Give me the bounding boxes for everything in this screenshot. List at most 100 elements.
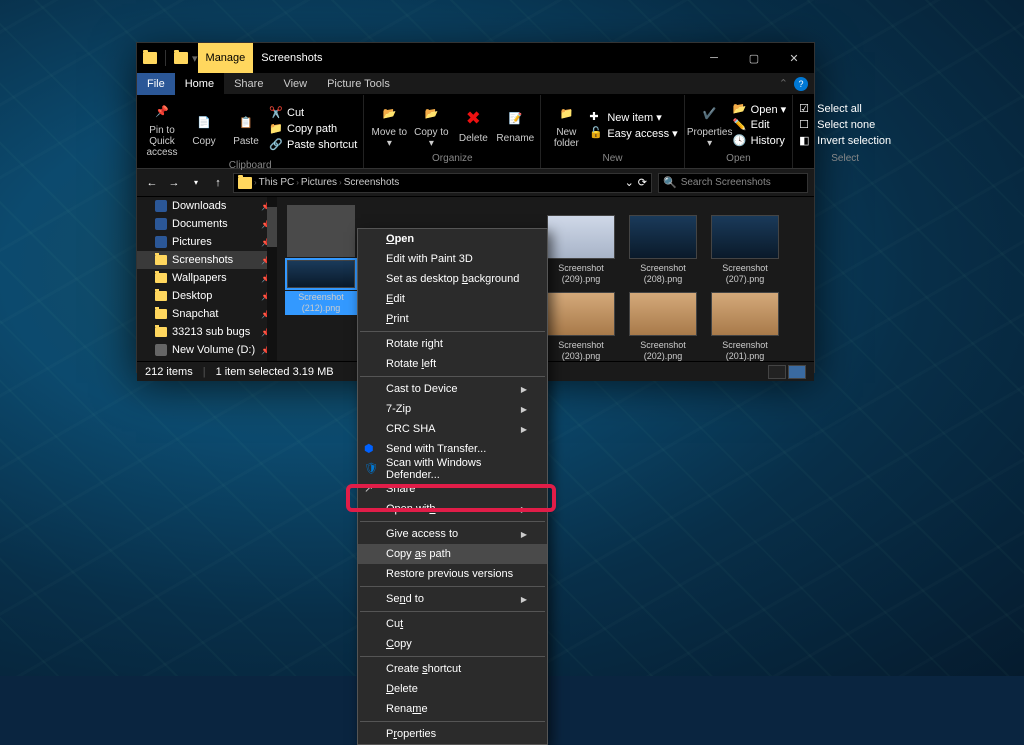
sidebar-item[interactable]: Wallpapers📌 (137, 269, 277, 287)
paste-shortcut-button[interactable]: 🔗Paste shortcut (269, 138, 357, 152)
context-menu-item[interactable]: Cast to Device▶ (358, 379, 547, 399)
menu-file[interactable]: File (137, 73, 175, 95)
properties-button[interactable]: ✔️Properties ▾ (691, 99, 729, 151)
context-menu-item[interactable]: Edit with Paint 3D (358, 249, 547, 269)
addr-dropdown[interactable]: ⌄ (625, 176, 634, 189)
collapse-ribbon-icon[interactable]: ⌃ (779, 77, 788, 90)
context-menu-item[interactable]: Properties (358, 724, 547, 744)
context-menu-item[interactable]: Copy as path (358, 544, 547, 564)
rename-button[interactable]: 📝Rename (496, 99, 534, 151)
moveto-icon: 📂 (377, 101, 401, 125)
context-menu-item[interactable]: Cut (358, 614, 547, 634)
sidebar-item[interactable]: Desktop📌 (137, 287, 277, 305)
delete-icon: ✖ (461, 107, 485, 131)
newfolder-icon: 📁 (554, 101, 578, 125)
file-item[interactable]: Screenshot (209).png (545, 215, 617, 286)
scrollbar[interactable] (267, 197, 277, 361)
context-menu-item-label: Scan with Windows Defender... (386, 457, 527, 481)
file-item[interactable]: Screenshot (203).png (545, 292, 617, 363)
menu-picture-tools[interactable]: Picture Tools (317, 73, 400, 95)
back-button[interactable]: ← (143, 174, 161, 192)
copy-path-button[interactable]: 📁Copy path (269, 122, 357, 136)
breadcrumb-seg[interactable]: This PC (259, 177, 295, 188)
maximize-button[interactable]: ▢ (734, 43, 774, 73)
select-all-button[interactable]: ☑Select all (799, 102, 891, 116)
copy-to-button[interactable]: 📂Copy to ▾ (412, 99, 450, 151)
easy-access-button[interactable]: 🔓Easy access ▾ (589, 126, 677, 140)
ribbon-group-label: Clipboard (143, 160, 357, 171)
file-item[interactable]: Screenshot (202).png (627, 292, 699, 363)
close-button[interactable]: ✕ (774, 43, 814, 73)
pin-quick-access-button[interactable]: 📌Pin to Quick access (143, 99, 181, 158)
sidebar-item[interactable]: 33213 sub bugs📌 (137, 323, 277, 341)
search-input[interactable]: 🔍 Search Screenshots (658, 173, 808, 193)
help-icon[interactable]: ? (794, 77, 808, 91)
context-menu-item[interactable]: Open (358, 229, 547, 249)
context-menu-item[interactable]: Rotate right (358, 334, 547, 354)
view-icons-button[interactable] (788, 365, 806, 379)
scrollbar-thumb[interactable] (267, 207, 277, 247)
context-menu-item[interactable]: Delete (358, 679, 547, 699)
context-menu-item[interactable]: ↗Share (358, 479, 547, 499)
view-details-button[interactable] (768, 365, 786, 379)
file-item[interactable]: Screenshot (207).png (709, 215, 781, 286)
context-menu-item[interactable]: CRC SHA▶ (358, 419, 547, 439)
delete-button[interactable]: ✖Delete (454, 99, 492, 151)
manage-tab[interactable]: Manage (198, 43, 254, 73)
file-item[interactable]: Screenshot (201).png (709, 292, 781, 363)
context-menu-item[interactable]: Set as desktop background (358, 269, 547, 289)
context-menu-item[interactable]: Copy (358, 634, 547, 654)
refresh-icon[interactable]: ⟳ (638, 176, 647, 189)
sidebar-item[interactable]: Snapchat📌 (137, 305, 277, 323)
context-menu-item[interactable]: Create shortcut (358, 659, 547, 679)
move-to-button[interactable]: 📂Move to ▾ (370, 99, 408, 151)
new-folder-button[interactable]: 📁New folder (547, 99, 585, 151)
recent-dropdown[interactable]: ▾ (187, 174, 205, 192)
context-menu-item[interactable]: Rename (358, 699, 547, 719)
context-menu-item-label: Share (386, 483, 415, 495)
menu-share[interactable]: Share (224, 73, 273, 95)
context-menu-item-label: Edit (386, 293, 405, 305)
select-none-button[interactable]: ☐Select none (799, 118, 891, 132)
context-menu-item[interactable]: Print (358, 309, 547, 329)
context-menu-item[interactable]: Restore previous versions (358, 564, 547, 584)
minimize-button[interactable]: ─ (694, 43, 734, 73)
sidebar-item[interactable]: Screenshots📌 (137, 251, 277, 269)
context-menu-item[interactable]: Edit (358, 289, 547, 309)
context-menu-item[interactable]: ⬢Send with Transfer... (358, 439, 547, 459)
new-item-button[interactable]: ✚New item ▾ (589, 110, 677, 124)
file-item[interactable]: Screenshot (212).png (285, 205, 357, 315)
copyto-icon: 📂 (419, 101, 443, 125)
up-button[interactable]: ↑ (209, 174, 227, 192)
open-button[interactable]: 📂Open ▾ (733, 102, 787, 116)
copy-button[interactable]: 📄Copy (185, 99, 223, 158)
menu-view[interactable]: View (273, 73, 317, 95)
edit-button[interactable]: ✏️Edit (733, 118, 787, 132)
breadcrumb-seg[interactable]: Pictures (301, 177, 337, 188)
paste-button[interactable]: 📋Paste (227, 99, 265, 158)
file-name: Screenshot (209).png (545, 262, 617, 286)
sidebar-item[interactable]: Pictures📌 (137, 233, 277, 251)
context-menu-item-label: Give access to (386, 528, 458, 540)
forward-button[interactable]: → (165, 174, 183, 192)
sidebar-item[interactable]: Documents📌 (137, 215, 277, 233)
invert-selection-button[interactable]: ◧Invert selection (799, 134, 891, 148)
context-menu-item[interactable]: Rotate left (358, 354, 547, 374)
context-menu-item[interactable]: Send to▶ (358, 589, 547, 609)
sidebar-item[interactable]: Downloads📌 (137, 197, 277, 215)
file-thumbnail (711, 215, 779, 259)
context-menu-item-label: Edit with Paint 3D (386, 253, 473, 265)
history-button[interactable]: 🕓History (733, 134, 787, 148)
menu-home[interactable]: Home (175, 73, 224, 95)
breadcrumb-seg[interactable]: Screenshots (344, 177, 400, 188)
address-path[interactable]: › This PC › Pictures › Screenshots ⌄⟳ (233, 173, 652, 193)
sidebar-item[interactable]: Screenshots📌 (137, 359, 277, 361)
sidebar-item[interactable]: New Volume (D:)📌 (137, 341, 277, 359)
context-menu-item[interactable]: Open with▶ (358, 499, 547, 519)
context-menu-item[interactable]: 7-Zip▶ (358, 399, 547, 419)
context-menu-item[interactable]: Give access to▶ (358, 524, 547, 544)
file-item[interactable]: Screenshot (208).png (627, 215, 699, 286)
context-menu-item[interactable]: 🛡Scan with Windows Defender... (358, 459, 547, 479)
cut-button[interactable]: ✂️Cut (269, 106, 357, 120)
sidebar-item-label: Desktop (172, 290, 212, 302)
